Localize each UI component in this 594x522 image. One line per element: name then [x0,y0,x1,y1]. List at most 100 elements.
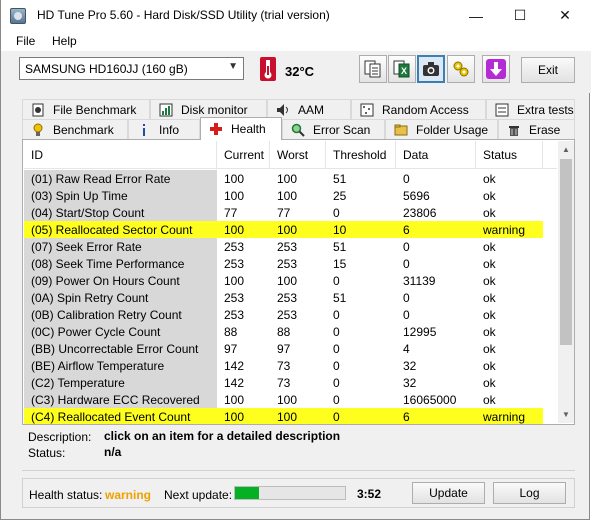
status-value: n/a [104,445,122,459]
cell-status: ok [483,239,496,254]
tab-disk-monitor[interactable]: Disk monitor [150,99,267,119]
tab-info[interactable]: Info [128,119,200,139]
cell-threshold: 51 [333,290,347,305]
cell-threshold: 0 [333,341,340,356]
tab-health[interactable]: Health [200,117,282,140]
drive-select-value: SAMSUNG HD160JJ (160 gB) [25,62,188,76]
table-row[interactable]: (04) Start/Stop Count 77 77 0 23806 ok [24,204,557,221]
scroll-up-arrow-icon[interactable]: ▲ [558,141,574,158]
cell-data: 5696 [403,188,430,203]
cell-worst: 100 [270,221,326,238]
tab-random-access[interactable]: Random Access [351,99,486,119]
cell-threshold: 10 [326,221,396,238]
minimize-button[interactable]: — [453,0,499,31]
table-row[interactable]: (01) Raw Read Error Rate 100 100 51 0 ok [24,170,557,187]
cell-current: 253 [224,256,245,271]
column-header-id[interactable]: ID [24,141,217,168]
table-row[interactable]: (07) Seek Error Rate 253 253 51 0 ok [24,238,557,255]
tab-aam[interactable]: AAM [267,99,351,119]
cell-current: 253 [224,290,245,305]
tab-label: Random Access [382,102,469,117]
exit-button[interactable]: Exit [521,57,575,83]
table-row[interactable]: (03) Spin Up Time 100 100 25 5696 ok [24,187,557,204]
tab-label: Disk monitor [181,102,248,117]
cell-threshold: 0 [333,205,340,220]
update-button[interactable]: Update [412,482,485,504]
drive-select[interactable]: SAMSUNG HD160JJ (160 gB) ▼ [19,57,244,80]
close-button[interactable]: ✕ [542,0,588,31]
cell-data: 31139 [403,273,436,288]
cell-attribute-id: (0A) Spin Retry Count [24,289,217,306]
trash-icon [509,125,519,136]
toolbar: SAMSUNG HD160JJ (160 gB) ▼ 32°C X Exit [1,51,591,93]
table-row[interactable]: (09) Power On Hours Count 100 100 0 31139 ok [24,272,557,289]
cell-attribute-id: (01) Raw Read Error Rate [24,170,217,187]
options-button[interactable] [447,55,475,83]
save-button[interactable] [482,55,510,83]
column-header-data[interactable]: Data [396,141,476,168]
svg-text:X: X [401,66,407,76]
menu-help[interactable]: Help [52,34,77,48]
tab-benchmark[interactable]: Benchmark [22,119,128,139]
column-header-worst[interactable]: Worst [270,141,326,168]
cell-current: 88 [224,324,238,339]
copy-text-button[interactable] [359,55,387,83]
tab-error-scan[interactable]: Error Scan [282,119,385,139]
cell-data: 0 [403,171,410,186]
cell-attribute-id: (C2) Temperature [24,374,217,391]
cell-status: ok [483,256,496,271]
title-bar[interactable]: HD Tune Pro 5.60 - Hard Disk/SSD Utility… [1,0,591,31]
disk-monitor-icon [159,103,173,116]
table-row[interactable]: (0A) Spin Retry Count 253 253 51 0 ok [24,289,557,306]
tab-folder-usage[interactable]: Folder Usage [385,119,498,139]
speaker-icon [277,103,288,116]
table-row[interactable]: (0C) Power Cycle Count 88 88 0 12995 ok [24,323,557,340]
cell-data: 0 [403,256,410,271]
temperature-readout: 32°C [285,64,315,79]
next-update-label: Next update: [164,488,233,502]
scrollbar-thumb[interactable] [560,159,572,345]
cell-data: 0 [403,290,410,305]
cell-data: 12995 [403,324,437,339]
file-benchmark-icon [32,103,44,116]
log-button[interactable]: Log [493,482,566,504]
vertical-scrollbar[interactable]: ▲ ▼ [558,141,574,423]
menu-bar: File Help [1,31,591,51]
tab-label: AAM [298,102,325,117]
screenshot-button[interactable] [417,55,445,83]
copy-excel-button[interactable]: X [388,55,416,83]
copy-text-icon [364,60,381,78]
cell-data: 32 [403,375,417,390]
column-header-threshold[interactable]: Threshold [326,141,396,168]
scroll-down-arrow-icon[interactable]: ▼ [558,406,574,423]
table-row[interactable]: (05) Reallocated Sector Count 100 100 10 6 wa… [24,221,557,238]
folder-icon [394,124,408,135]
table-row[interactable]: (C2) Temperature 142 73 0 32 ok [24,374,557,391]
tab-file-benchmark[interactable]: File Benchmark [22,99,150,119]
download-arrow-icon [486,59,506,79]
window-title: HD Tune Pro 5.60 - Hard Disk/SSD Utility… [37,8,330,22]
cell-status: ok [483,171,496,186]
table-row[interactable]: (BB) Uncorrectable Error Count 97 97 0 4 ok [24,340,557,357]
table-row[interactable]: (C3) Hardware ECC Recovered 100 100 0 160650… [24,391,557,408]
tab-erase[interactable]: Erase [498,119,575,139]
menu-file[interactable]: File [16,34,35,48]
table-row[interactable]: (C4) Reallocated Event Count 100 100 0 6 warn… [24,408,557,424]
maximize-button[interactable]: ☐ [497,0,543,31]
table-row[interactable]: (08) Seek Time Performance 253 253 15 0 ok [24,255,557,272]
hdtune-app-icon[interactable] [10,8,26,24]
tab-extra-tests[interactable]: Extra tests [486,99,575,119]
update-countdown: 3:52 [357,487,382,501]
cell-threshold: 51 [333,239,347,254]
column-header-status[interactable]: Status [476,141,543,168]
cell-status: warning [476,408,543,424]
smart-attribute-table[interactable]: ID Current Worst Threshold Data Status (… [24,141,557,424]
cell-attribute-id: (0B) Calibration Retry Count [24,306,217,323]
table-row[interactable]: (BE) Airflow Temperature 142 73 0 32 ok [24,357,557,374]
table-row[interactable]: (0B) Calibration Retry Count 253 253 0 0 ok [24,306,557,323]
column-header-current[interactable]: Current [217,141,270,168]
cell-current: 100 [217,221,270,238]
random-access-icon [360,103,374,116]
camera-icon [423,62,439,76]
table-header: ID Current Worst Threshold Data Status [24,141,557,169]
